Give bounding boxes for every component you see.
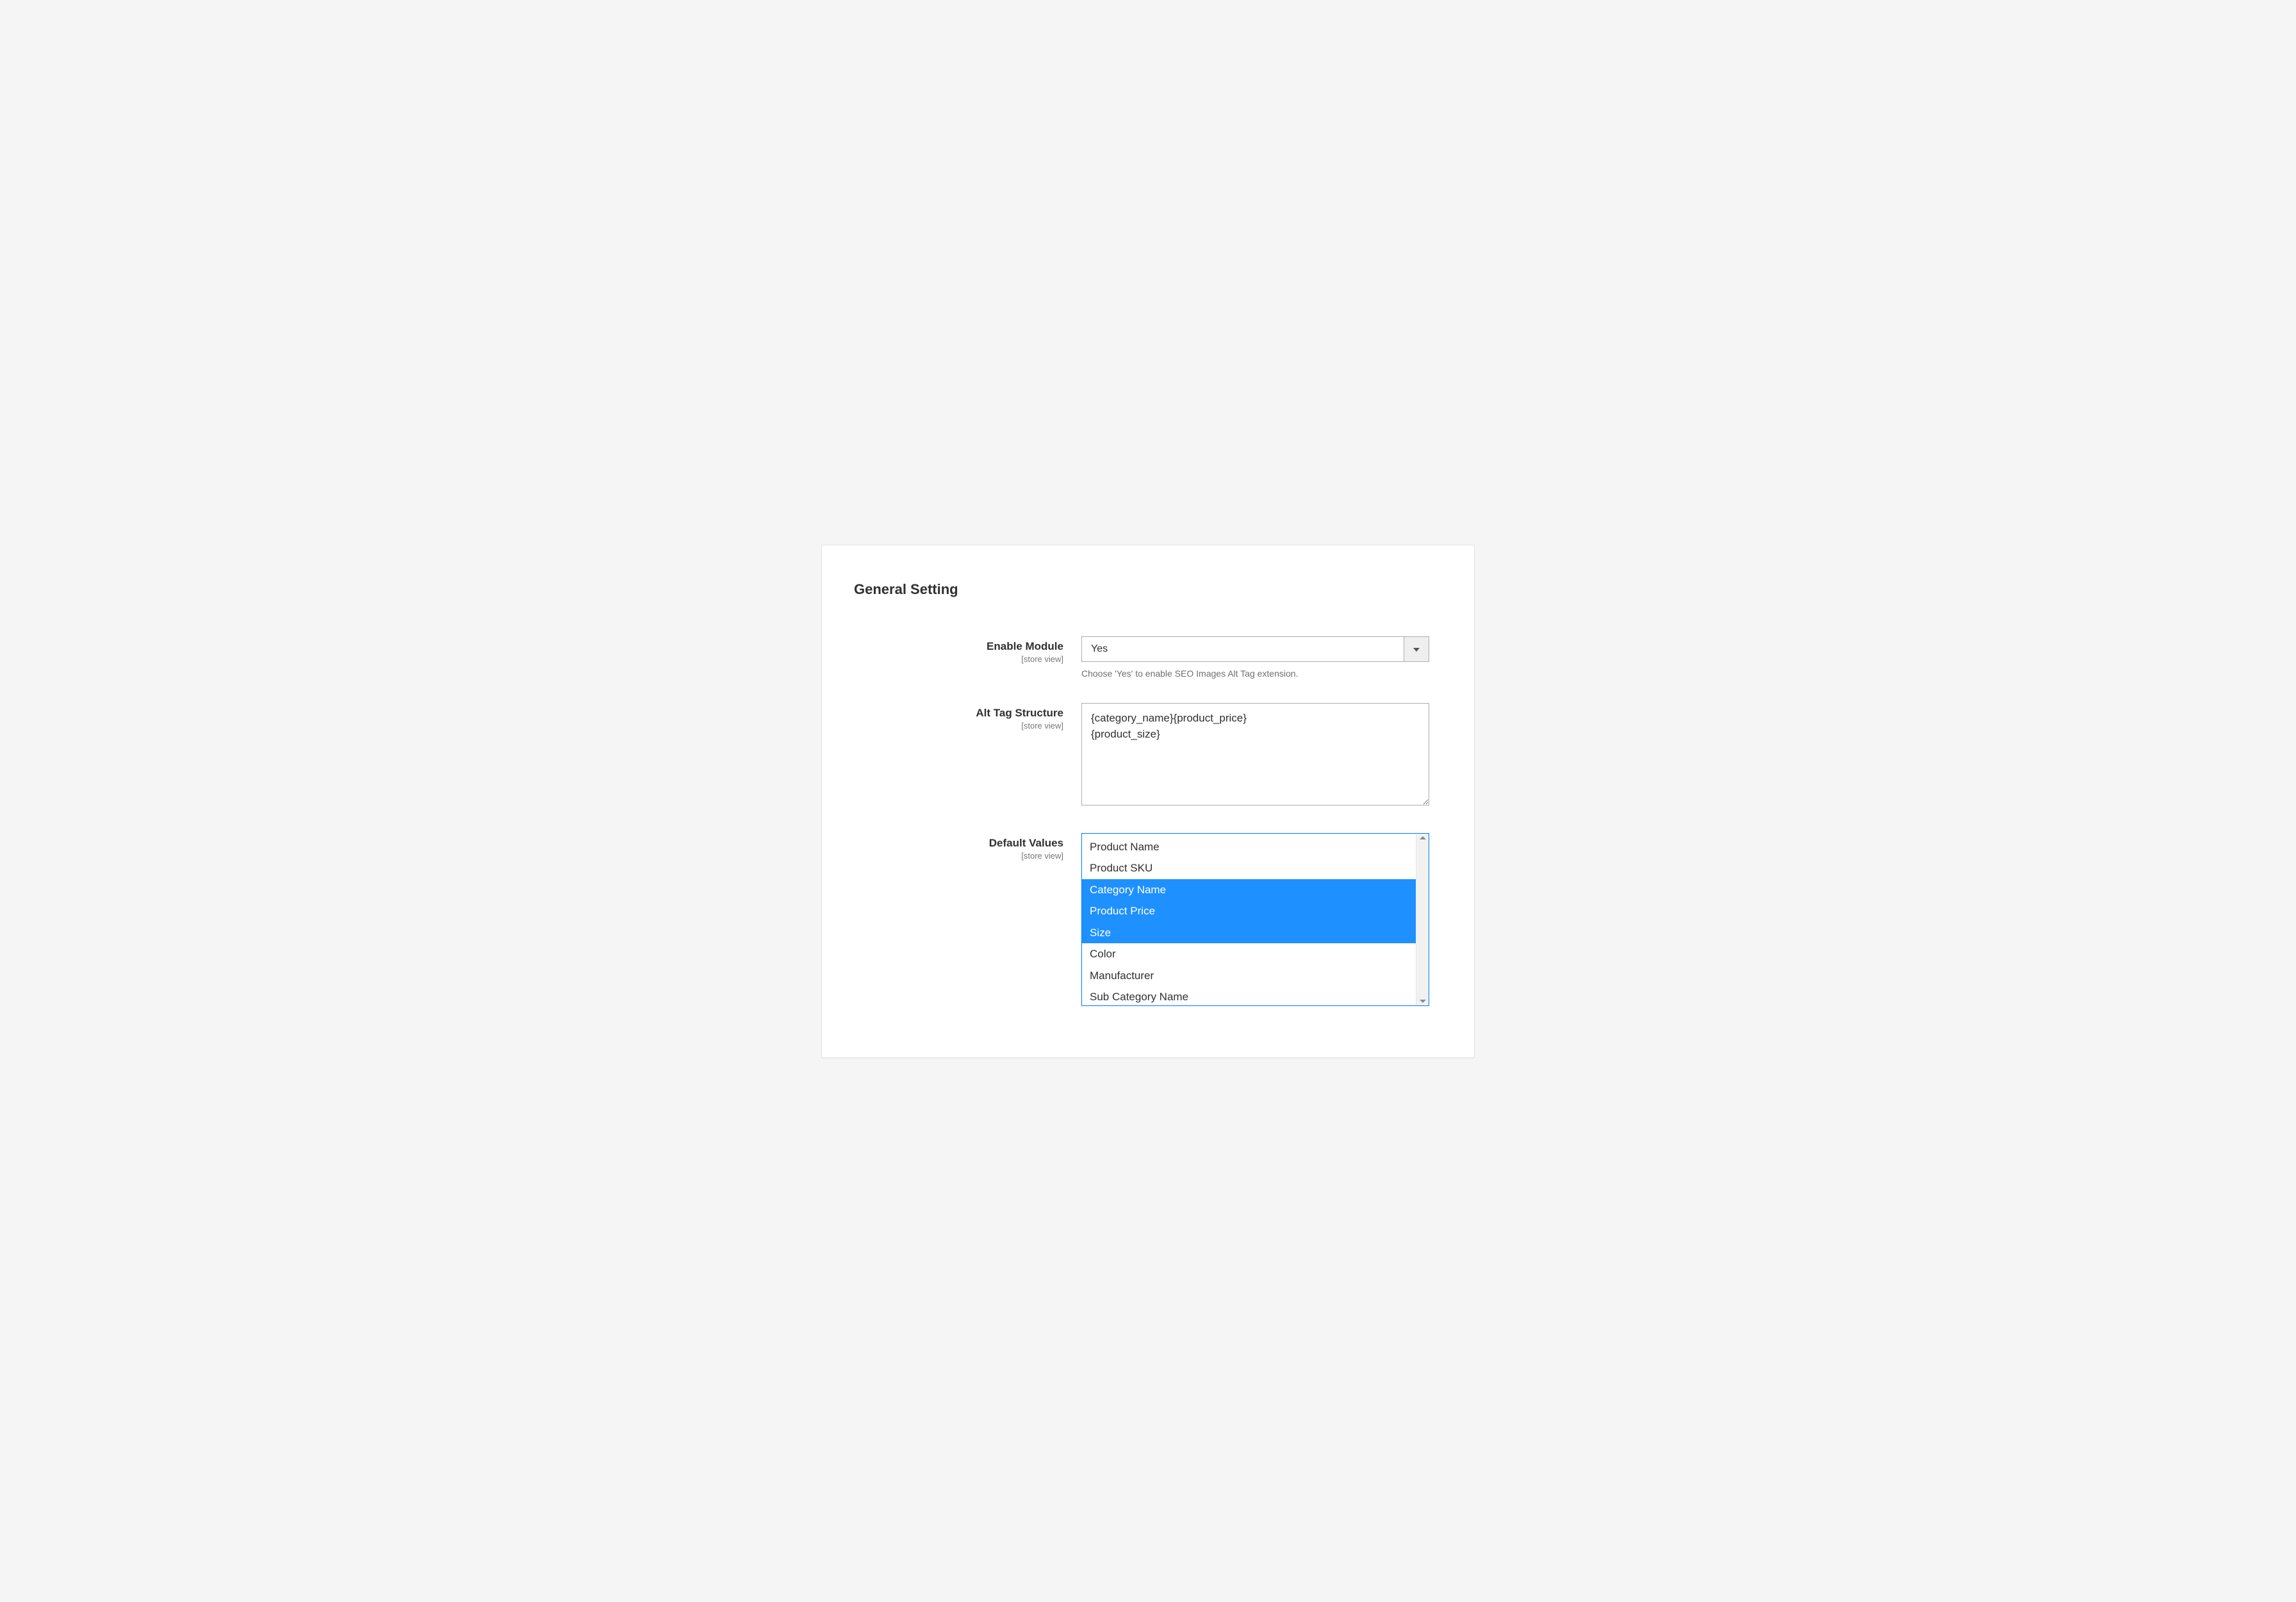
multiselect-options: Product NameProduct SKUCategory NameProd… — [1082, 834, 1416, 1005]
dropdown-toggle-button[interactable] — [1404, 636, 1429, 662]
default-values-label: Default Values — [854, 837, 1063, 850]
multiselect-option[interactable]: Sub Category Name — [1082, 986, 1416, 1005]
default-values-multiselect[interactable]: Product NameProduct SKUCategory NameProd… — [1081, 833, 1429, 1006]
multiselect-option[interactable]: Product Name — [1082, 836, 1416, 858]
field-default-values: Default Values [store view] Product Name… — [854, 833, 1429, 1006]
select-value: Yes — [1081, 636, 1404, 662]
label-col: Enable Module [store view] — [854, 636, 1081, 664]
control-col: {category_name}{product_price} {product_… — [1081, 703, 1429, 809]
control-col: Yes Choose 'Yes' to enable SEO Images Al… — [1081, 636, 1429, 679]
enable-module-label: Enable Module — [854, 640, 1063, 653]
multiselect-option[interactable]: Manufacturer — [1082, 965, 1416, 987]
general-setting-panel: General Setting Enable Module [store vie… — [821, 545, 1475, 1058]
chevron-down-icon — [1413, 643, 1420, 655]
multiselect-option[interactable]: Size — [1082, 922, 1416, 944]
label-col: Alt Tag Structure [store view] — [854, 703, 1081, 731]
field-enable-module: Enable Module [store view] Yes Choose 'Y… — [854, 636, 1429, 679]
alt-tag-structure-textarea[interactable]: {category_name}{product_price} {product_… — [1081, 703, 1429, 805]
scope-label: [store view] — [854, 851, 1063, 861]
section-title: General Setting — [854, 581, 1429, 598]
label-col: Default Values [store view] — [854, 833, 1081, 861]
scroll-up-icon[interactable] — [1420, 836, 1426, 839]
alt-tag-structure-label: Alt Tag Structure — [854, 707, 1063, 720]
field-alt-tag-structure: Alt Tag Structure [store view] {category… — [854, 703, 1429, 809]
scope-label: [store view] — [854, 654, 1063, 664]
enable-module-help: Choose 'Yes' to enable SEO Images Alt Ta… — [1081, 668, 1429, 679]
multiselect-option[interactable]: Color — [1082, 943, 1416, 965]
scroll-down-icon[interactable] — [1420, 1000, 1426, 1003]
control-col: Product NameProduct SKUCategory NameProd… — [1081, 833, 1429, 1006]
multiselect-option[interactable]: Product Price — [1082, 900, 1416, 922]
enable-module-select[interactable]: Yes — [1081, 636, 1429, 662]
multiselect-option[interactable]: Category Name — [1082, 879, 1416, 901]
scope-label: [store view] — [854, 721, 1063, 731]
multiselect-scrollbar[interactable] — [1416, 834, 1429, 1005]
multiselect-option[interactable]: Product SKU — [1082, 857, 1416, 879]
